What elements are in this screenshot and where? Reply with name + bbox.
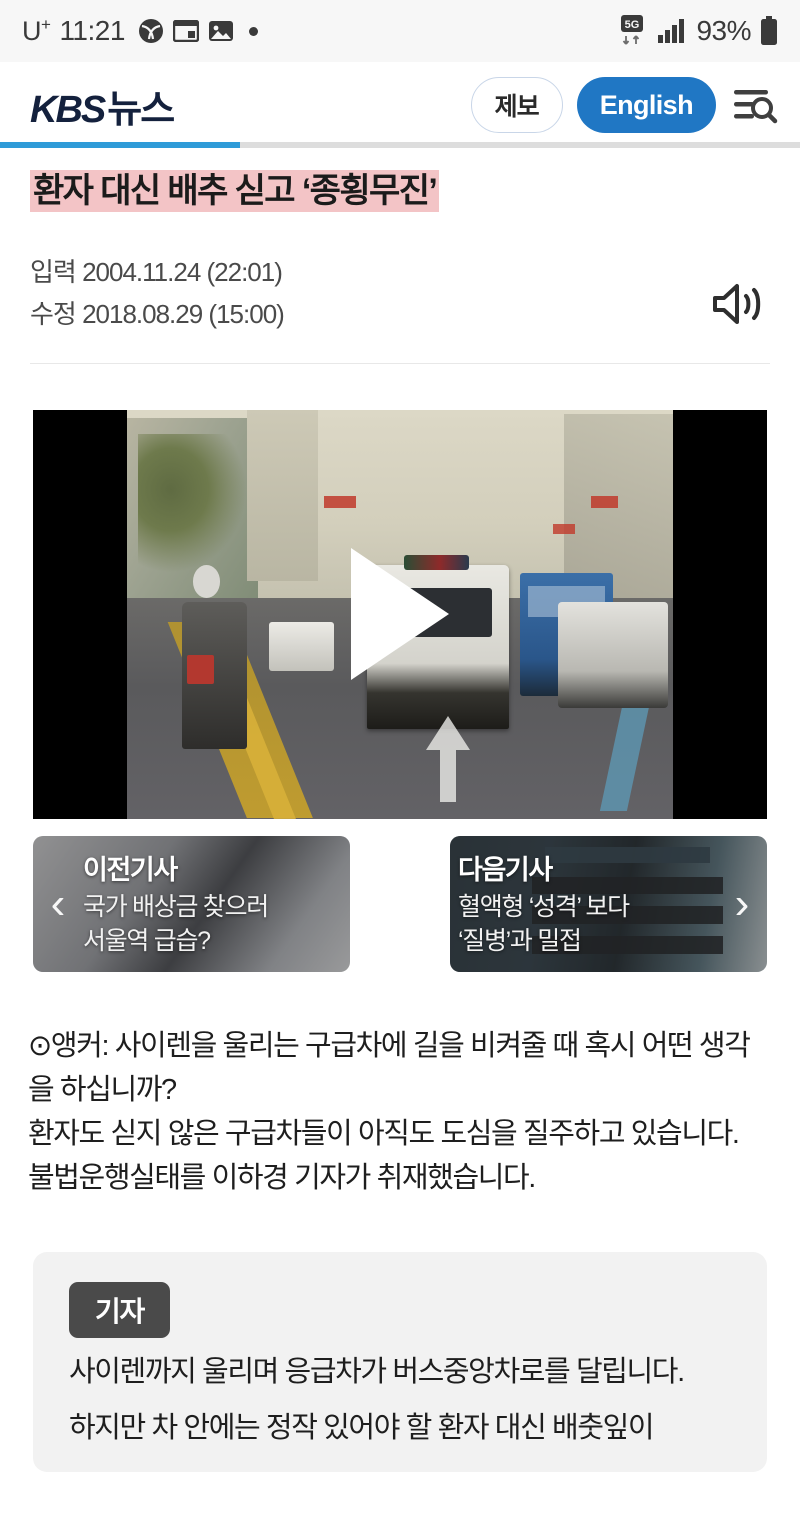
article-meta: 입력 2004.11.24 (22:01) 수정 2018.08.29 (15:… (30, 251, 770, 335)
play-icon[interactable] (351, 548, 449, 681)
article-title: 환자 대신 배추 싣고 ‘종횡무진’ (30, 170, 440, 212)
status-bar-right: 5G 93% (618, 14, 778, 48)
logo-kbs-text: KBS (30, 88, 106, 131)
scene-car-distant (268, 622, 335, 672)
status-bar-left: U+ 11:21 (22, 15, 618, 47)
next-article-card[interactable]: 다음기사 혈액형 ‘성격’ 보다 ‘질병’과 밀접 › (450, 835, 767, 972)
next-card-text: 다음기사 혈액형 ‘성격’ 보다 ‘질병’과 밀접 (450, 848, 717, 959)
previous-article-card[interactable]: ‹ 이전기사 국가 배상금 찾으러 서울역 급습? (33, 835, 350, 972)
report-button[interactable]: 제보 (470, 77, 563, 133)
reporter-badge: 기자 (69, 1282, 171, 1339)
scene-building-right (563, 413, 673, 598)
speaker-icon[interactable] (706, 277, 770, 331)
battery-icon (760, 16, 778, 46)
chevron-left-icon[interactable]: ‹ (33, 881, 83, 926)
scene-building-left2 (247, 409, 319, 582)
previous-card-label: 이전기사 (83, 855, 178, 886)
photo-icon (208, 19, 234, 43)
previous-card-title-line2: 서울역 급습? (83, 927, 211, 956)
network-5g-icon: 5G (618, 14, 648, 48)
wallet-icon (172, 20, 199, 42)
header-divider (30, 362, 770, 364)
kbs-news-logo[interactable]: KBS 뉴스 (30, 78, 471, 133)
menu-search-icon[interactable] (732, 84, 778, 126)
scene-road-arrow (422, 716, 474, 803)
reading-progress-track (0, 142, 800, 148)
page-title: 환자 대신 배추 싣고 ‘종횡무진’ (30, 170, 770, 213)
scene-trees (137, 434, 248, 574)
status-bar: U+ 11:21 5G 93% (0, 0, 800, 62)
published-date: 2004.11.24 (22:01) (82, 256, 283, 287)
anchor-paragraph-1: ⊙앵커: 사이렌을 울리는 구급차에 길을 비켜줄 때 혹시 어떤 생각을 하십… (28, 1029, 751, 1106)
updated-date-line: 수정 2018.08.29 (15:00) (30, 293, 706, 335)
next-card-label: 다음기사 (458, 855, 553, 886)
logo-news-text: 뉴스 (107, 88, 175, 131)
published-label: 입력 (30, 256, 77, 287)
carrier-label: U+ (22, 15, 51, 46)
updated-label: 수정 (30, 298, 77, 329)
scene-car-right (558, 601, 668, 709)
signal-bars-icon (657, 18, 687, 44)
next-card-title-line2: ‘질병’과 밀접 (458, 927, 582, 956)
video-player[interactable] (33, 409, 767, 819)
article-navigation: ‹ 이전기사 국가 배상금 찾으러 서울역 급습? 다음기사 혈액형 ‘성격’ … (33, 835, 767, 972)
published-date-line: 입력 2004.11.24 (22:01) (30, 251, 706, 293)
anchor-paragraph-3: 불법운행실태를 이하경 기자가 취재했습니다. (28, 1161, 536, 1194)
reporter-section: 기자 사이렌까지 울리며 응급차가 버스중앙차로를 달립니다. 하지만 차 안에… (33, 1252, 767, 1473)
reporter-paragraph-2: 하지만 차 안에는 정작 있어야 할 환자 대신 배춧잎이 (69, 1412, 655, 1445)
battery-percent-label: 93% (696, 15, 751, 46)
anchor-paragraph-2: 환자도 싣지 않은 구급차들이 아직도 도심을 질주하고 있습니다. (28, 1117, 740, 1150)
app-badge-icon (138, 18, 164, 44)
article-header: 환자 대신 배추 싣고 ‘종횡무진’ 입력 2004.11.24 (22:01)… (0, 148, 800, 364)
scene-traffic-signal-1 (323, 495, 357, 508)
updated-date: 2018.08.29 (15:00) (82, 298, 285, 329)
scene-traffic-signal-2 (591, 495, 619, 508)
site-header: KBS 뉴스 제보 English (0, 62, 800, 148)
svg-text:5G: 5G (625, 19, 640, 31)
english-button[interactable]: English (576, 77, 716, 133)
scene-rider-helmet (192, 565, 220, 598)
article-body: ⊙앵커: 사이렌을 울리는 구급차에 길을 비켜줄 때 혹시 어떤 생각을 하십… (28, 1024, 772, 1200)
scene-motorcycle-taillight (187, 655, 215, 684)
reading-progress-fill (0, 142, 240, 148)
article-dates: 입력 2004.11.24 (22:01) 수정 2018.08.29 (15:… (30, 251, 706, 335)
dot-icon (248, 26, 258, 36)
scene-traffic-signal-3 (552, 524, 575, 535)
previous-card-text: 이전기사 국가 배상금 찾으러 서울역 급습? (83, 848, 350, 959)
reporter-paragraph-1: 사이렌까지 울리며 응급차가 버스중앙차로를 달립니다. (69, 1356, 685, 1389)
previous-card-title-line1: 국가 배상금 찾으러 (83, 893, 269, 922)
chevron-right-icon[interactable]: › (717, 881, 767, 926)
clock-label: 11:21 (59, 15, 125, 46)
next-card-title-line1: 혈액형 ‘성격’ 보다 (458, 893, 630, 922)
